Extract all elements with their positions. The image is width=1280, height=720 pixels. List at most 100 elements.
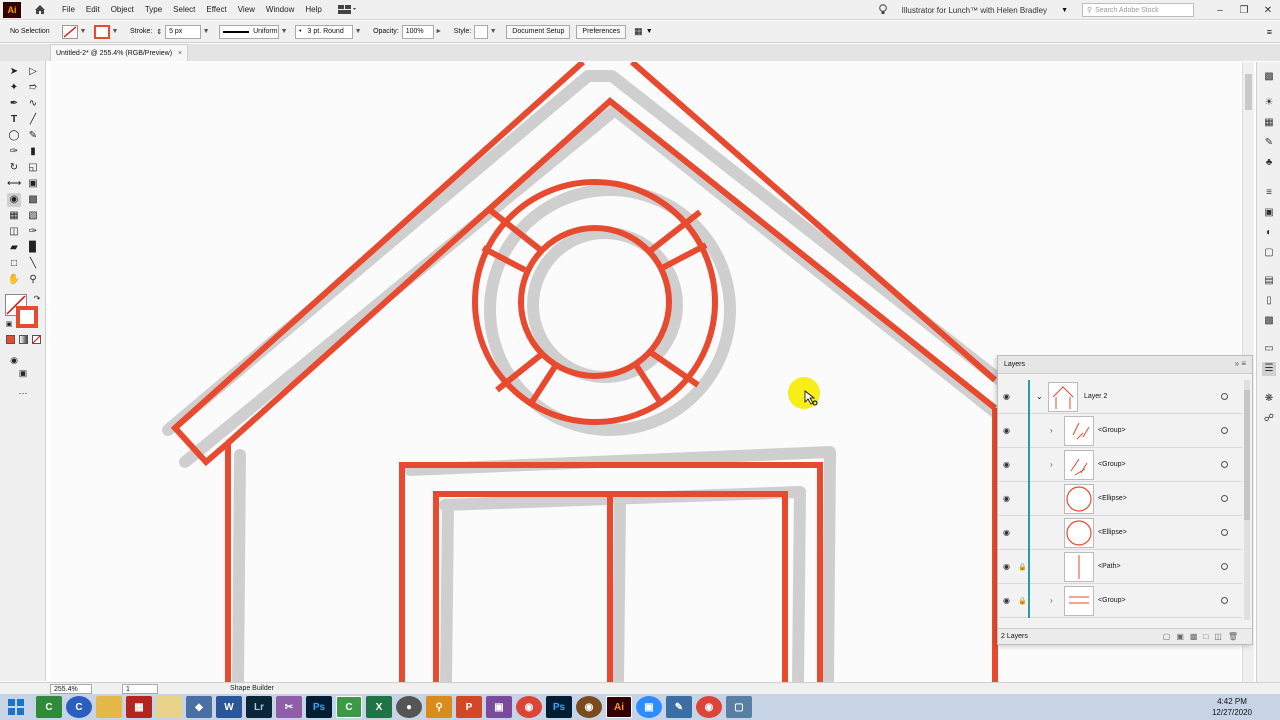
target-icon[interactable] [1221,495,1228,502]
stroke-stepper-icon[interactable]: ⇕ [156,28,162,36]
slice-tool-icon[interactable]: ╲ [26,257,40,271]
lock-icon[interactable]: 🔒 [1018,597,1027,605]
3d-app-taskbar-icon[interactable]: ◆ [186,696,212,718]
excel-taskbar-icon[interactable]: X [366,696,392,718]
screen-app-taskbar-icon[interactable]: ▢ [726,696,752,718]
menu-view[interactable]: View [238,5,255,14]
color-mode-icon[interactable] [6,335,15,344]
stroke-panel-icon[interactable]: ≡ [1262,186,1276,200]
target-icon[interactable] [1221,393,1228,400]
gradient-tool-icon[interactable]: ▧ [26,209,40,223]
adobe-stock-search-input[interactable]: ⚲ Search Adobe Stock [1082,3,1194,17]
visibility-eye-icon[interactable]: ◉ [1003,426,1013,435]
target-icon[interactable] [1221,563,1228,570]
stroke-dropdown-icon[interactable]: ▼ [110,25,120,39]
zoom-taskbar-icon[interactable]: ▣ [636,696,662,718]
ellipse-tool-icon[interactable]: ◯ [7,129,21,143]
curvature-tool-icon[interactable]: ∿ [26,97,40,111]
line-tool-icon[interactable]: ╱ [26,113,40,127]
lasso-tool-icon[interactable]: ➱ [26,81,40,95]
variable-width-profile[interactable]: Uniform [219,24,280,39]
pen-app-taskbar-icon[interactable]: ✎ [666,696,692,718]
live-paint-tool-icon[interactable]: ▩ [26,193,40,207]
libraries-panel-icon[interactable]: ❋ [1262,392,1276,406]
none-mode-icon[interactable] [32,335,41,344]
menu-window[interactable]: Window [266,5,294,14]
panel-menu-icon[interactable]: » ≡ [1235,359,1246,368]
home-icon[interactable] [29,1,51,19]
eyedropper-tool-icon[interactable]: ✑ [26,225,40,239]
paintbrush-tool-icon[interactable]: ✎ [26,129,40,143]
gradient-mode-icon[interactable] [19,335,28,344]
menu-select[interactable]: Select [173,5,195,14]
photoshop-2-taskbar-icon[interactable]: Ps [546,696,572,718]
camtasia-recorder-taskbar-icon[interactable]: C [66,696,92,718]
camtasia-active-taskbar-icon[interactable]: C [336,696,362,718]
target-icon[interactable] [1221,461,1228,468]
properties-panel-icon[interactable]: ▩ [1262,70,1276,84]
hand-tool-icon[interactable]: ✋ [7,273,21,287]
app-taskbar-icon[interactable]: ◉ [576,696,602,718]
target-icon[interactable] [1221,529,1228,536]
shape-builder-tool-icon[interactable]: ◉ [7,193,21,207]
pathfinder-panel-icon[interactable]: ▩ [1262,314,1276,328]
stroke-color-box[interactable] [16,306,38,328]
zoom-tool-icon[interactable]: ⚲ [26,273,40,287]
menu-file[interactable]: File [62,5,75,14]
layer-name[interactable]: <Group> [1098,427,1126,434]
lightroom-taskbar-icon[interactable]: Lr [246,696,272,718]
stroke-weight-dropdown-icon[interactable]: ▼ [201,25,211,39]
profile-dropdown-icon[interactable]: ▼ [279,25,289,39]
gradient-panel-icon[interactable]: ▣ [1262,206,1276,220]
close-tab-icon[interactable]: × [178,50,182,57]
menu-edit[interactable]: Edit [86,5,100,14]
file-explorer-taskbar-icon[interactable] [96,696,122,718]
layer-row[interactable]: ◉ <Ellipse> [998,516,1242,550]
chevron-down-icon[interactable]: ▼ [1061,7,1068,14]
word-taskbar-icon[interactable]: W [216,696,242,718]
zoom-level-field[interactable]: 255.4% [50,683,92,694]
layer-row[interactable]: ◉ › <Group> [998,414,1242,448]
layer-row[interactable]: ◉ 🔒 <Path> [998,550,1242,584]
search-app-taskbar-icon[interactable]: ⚲ [426,696,452,718]
symbols-panel-icon[interactable]: ♣ [1262,156,1276,170]
perspective-grid-tool-icon[interactable]: ▦ [7,209,21,223]
artboard-tool-icon[interactable]: □ [7,257,21,271]
screen-mode-icon[interactable]: ▣ [16,366,30,380]
swap-fill-stroke-icon[interactable]: ↷ [30,292,44,306]
brush-dropdown-icon[interactable]: ▼ [353,25,363,39]
camtasia-taskbar-icon[interactable]: C [36,696,62,718]
powerpoint-taskbar-icon[interactable]: P [456,696,482,718]
arrange-dropdown-icon[interactable]: ▼ [646,28,653,35]
layer-row[interactable]: ◉ ⌄ Layer 2 [998,380,1242,414]
layer-name[interactable]: <Ellipse> [1098,495,1127,502]
restore-button[interactable]: ❐ [1232,5,1256,16]
fill-swatch[interactable] [62,24,78,39]
fill-dropdown-icon[interactable]: ▼ [78,25,88,39]
swatches-panel-icon[interactable]: ▦ [1262,116,1276,130]
default-colors-icon[interactable]: ▣ [2,318,16,332]
visibility-eye-icon[interactable]: ◉ [1003,494,1013,503]
transparency-panel-icon[interactable]: ◐ [1262,226,1276,240]
style-swatch[interactable] [474,24,489,39]
selection-tool-icon[interactable]: ➤ [7,65,21,79]
chrome-2-taskbar-icon[interactable]: ◉ [696,696,722,718]
column-graph-tool-icon[interactable]: ▉ [26,241,40,255]
layer-name[interactable]: Layer 2 [1084,393,1107,400]
chevron-right-icon[interactable]: › [1050,460,1053,469]
visibility-eye-icon[interactable]: ◉ [1003,596,1013,605]
color-panel-icon[interactable]: ☀ [1262,96,1276,110]
magic-wand-tool-icon[interactable]: ✦ [7,81,21,95]
align-panel-icon[interactable]: ▤ [1262,274,1276,288]
notepad-taskbar-icon[interactable] [156,696,182,718]
eraser-tool-icon[interactable]: ▮ [26,145,40,159]
style-dropdown-icon[interactable]: ▼ [488,25,498,39]
layer-name[interactable]: <Group> [1098,461,1126,468]
brush-definition[interactable]: • 3 pt. Round [295,24,354,39]
photoshop-taskbar-icon[interactable]: Ps [306,696,332,718]
opacity-dropdown-icon[interactable]: ► [434,25,444,39]
layers-scrollbar[interactable] [1244,380,1250,620]
stroke-weight-field[interactable]: 5 px [165,24,202,39]
minimize-button[interactable]: – [1208,5,1232,16]
panel-menu-icon[interactable]: ≡ [1267,27,1272,37]
